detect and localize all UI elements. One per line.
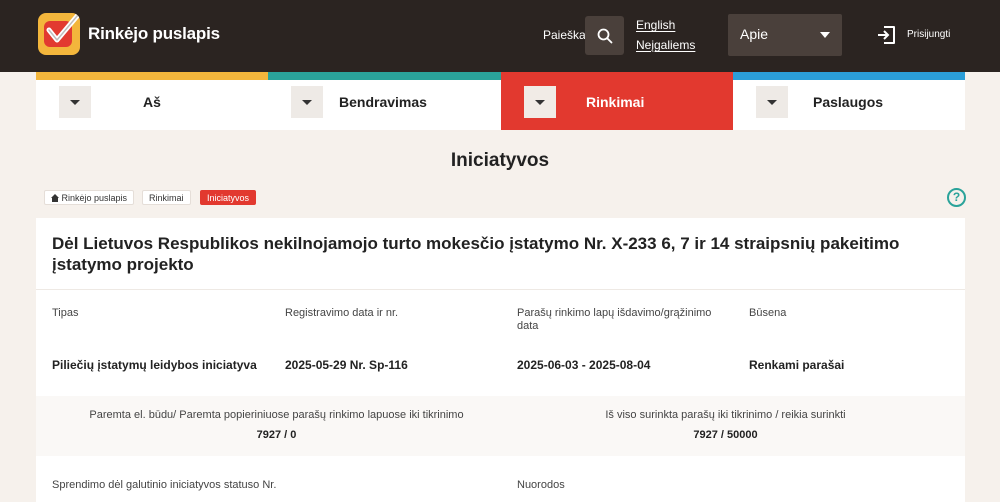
search-icon (597, 28, 612, 43)
nav-accent-bar (36, 72, 268, 80)
divider (36, 289, 965, 290)
breadcrumb-home[interactable]: Rinkėjo puslapis (44, 190, 135, 205)
initiative-card: Dėl Lietuvos Respublikos nekilnojamojo t… (36, 218, 965, 502)
decision-label: Sprendimo dėl galutinio iniciatyvos stat… (52, 479, 277, 491)
nav-accent-bar (501, 72, 733, 80)
checkmark-icon (46, 13, 80, 43)
nav-item-bendravimas[interactable]: Bendravimas (268, 72, 501, 130)
nav-accent-bar (268, 72, 501, 80)
page-title: Iniciatyvos (450, 150, 550, 171)
lang-english-link[interactable]: English (636, 18, 675, 32)
registration-label: Registravimo data ir nr. (285, 307, 399, 319)
about-dropdown[interactable]: Apie (728, 14, 842, 56)
breadcrumb-home-label: Rinkėjo puslapis (61, 193, 128, 203)
nav-item-rinkimai[interactable]: Rinkimai (501, 72, 733, 130)
top-header: Rinkėjo puslapis Paieška English Neįgali… (0, 0, 1000, 72)
main-nav: Aš Bendravimas Rinkimai Paslaugos (36, 72, 965, 130)
chevron-down-icon (820, 32, 830, 38)
breadcrumb-section[interactable]: Rinkimai (142, 190, 191, 205)
search-button[interactable] (585, 16, 624, 55)
nav-item-label: Paslaugos (813, 94, 884, 110)
about-label: Apie (740, 26, 769, 42)
breadcrumb-current: Iniciatyvos (200, 190, 257, 205)
nav-item-as[interactable]: Aš (36, 72, 268, 130)
links-label: Nuorodos (517, 479, 565, 491)
help-icon[interactable]: ? (947, 188, 966, 207)
nav-item-label: Rinkimai (586, 94, 645, 110)
nav-item-label: Bendravimas (339, 94, 427, 110)
home-icon (51, 194, 59, 202)
registration-value: 2025-05-29 Nr. Sp-116 (285, 358, 408, 372)
nav-item-paslaugos[interactable]: Paslaugos (733, 72, 965, 130)
nav-dropdown-toggle[interactable] (756, 86, 788, 118)
nav-dropdown-toggle[interactable] (524, 86, 556, 118)
supported-value: 7927 / 0 (256, 429, 297, 441)
signature-stats: Paremta el. būdu/ Paremta popieriniuose … (36, 396, 965, 456)
initiative-title: Dėl Lietuvos Respublikos nekilnojamojo t… (52, 234, 900, 274)
status-label: Būsena (749, 307, 787, 319)
login-link[interactable]: Prisijungti (907, 29, 950, 40)
search-label[interactable]: Paieška (543, 28, 586, 42)
collected-value: 7927 / 50000 (693, 429, 758, 441)
logo[interactable] (38, 13, 80, 55)
type-label: Tipas (52, 307, 79, 319)
nav-dropdown-toggle[interactable] (59, 86, 91, 118)
status-value: Renkami parašai (749, 358, 845, 372)
nav-dropdown-toggle[interactable] (291, 86, 323, 118)
site-name[interactable]: Rinkėjo puslapis (88, 24, 220, 44)
accessibility-link[interactable]: Neįgaliems (636, 38, 695, 52)
login-icon[interactable] (876, 24, 898, 46)
signature-date-value: 2025-06-03 - 2025-08-04 (517, 358, 651, 372)
nav-accent-bar (733, 72, 965, 80)
nav-item-label: Aš (143, 94, 161, 110)
type-value: Piliečių įstatymų leidybos iniciatyva (52, 358, 257, 372)
supported-label: Paremta el. būdu/ Paremta popieriniuose … (89, 409, 464, 421)
collected-label: Iš viso surinkta parašų iki tikrinimo / … (605, 409, 846, 421)
signature-date-label: Parašų rinkimo lapų išdavimo/grąžinimo d… (517, 307, 712, 332)
